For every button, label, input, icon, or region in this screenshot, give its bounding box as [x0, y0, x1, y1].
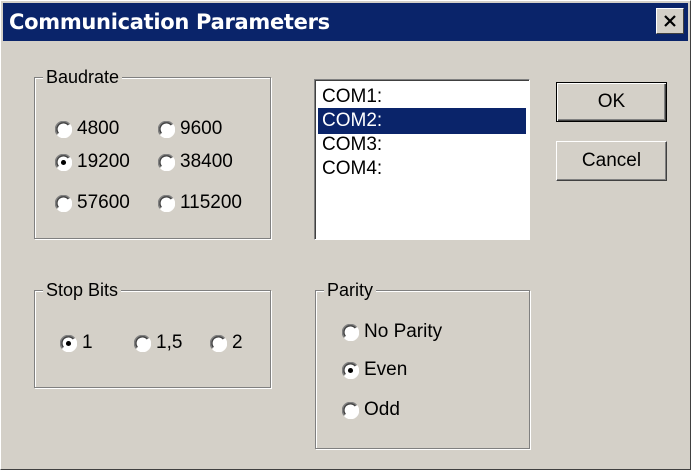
- title-bar: Communication Parameters: [3, 3, 688, 41]
- radio-circle-icon: [55, 120, 72, 138]
- window-title: Communication Parameters: [9, 10, 330, 34]
- baudrate-option-115200[interactable]: 115200: [158, 192, 242, 214]
- parity-option-even[interactable]: Even: [342, 359, 407, 381]
- radio-circle-icon: [342, 401, 359, 419]
- radio-label: 57600: [77, 192, 130, 213]
- radio-label: Odd: [364, 399, 400, 420]
- close-icon: [664, 15, 676, 27]
- list-item[interactable]: COM3:: [318, 132, 526, 158]
- radio-label: 4800: [77, 118, 120, 139]
- radio-label: 38400: [180, 151, 233, 172]
- radio-label: Even: [364, 359, 408, 380]
- stop-bits-option-2[interactable]: 2: [210, 332, 243, 354]
- stop-bits-option-1-5[interactable]: 1,5: [134, 332, 182, 354]
- close-button[interactable]: [656, 8, 684, 34]
- stop-bits-legend: Stop Bits: [43, 279, 122, 301]
- parity-legend: Parity: [324, 279, 377, 301]
- list-item-selected[interactable]: COM2:: [318, 108, 526, 134]
- radio-circle-icon: [55, 194, 72, 212]
- baudrate-option-9600[interactable]: 9600: [158, 118, 222, 140]
- radio-label: 9600: [180, 118, 223, 139]
- com-port-list[interactable]: COM1: COM2: COM3: COM4:: [314, 79, 530, 240]
- radio-circle-icon: [342, 323, 359, 341]
- stop-bits-option-1[interactable]: 1: [60, 332, 93, 354]
- radio-circle-icon: [158, 153, 175, 171]
- radio-label: 19200: [77, 151, 130, 172]
- radio-checked-icon: [60, 334, 77, 352]
- radio-label: 115200: [180, 192, 242, 213]
- radio-checked-icon: [342, 361, 359, 379]
- cancel-button[interactable]: Cancel: [556, 141, 667, 181]
- list-item[interactable]: COM4:: [318, 156, 526, 182]
- baudrate-option-4800[interactable]: 4800: [55, 118, 119, 140]
- radio-checked-icon: [55, 153, 72, 171]
- radio-circle-icon: [210, 334, 227, 352]
- parity-option-no-parity[interactable]: No Parity: [342, 321, 442, 343]
- radio-label: No Parity: [364, 321, 443, 342]
- radio-label: 1,5: [156, 332, 183, 353]
- list-item[interactable]: COM1:: [318, 84, 526, 110]
- radio-circle-icon: [158, 120, 175, 138]
- radio-label: 1: [82, 332, 93, 353]
- baudrate-option-19200[interactable]: 19200: [55, 151, 130, 173]
- radio-circle-icon: [134, 334, 151, 352]
- communication-parameters-dialog: Communication Parameters Baudrate 4800 9…: [0, 0, 691, 470]
- parity-option-odd[interactable]: Odd: [342, 399, 400, 421]
- ok-button[interactable]: OK: [556, 82, 667, 122]
- baudrate-legend: Baudrate: [43, 66, 123, 88]
- baudrate-option-57600[interactable]: 57600: [55, 192, 130, 214]
- radio-label: 2: [232, 332, 243, 353]
- radio-circle-icon: [158, 194, 175, 212]
- baudrate-option-38400[interactable]: 38400: [158, 151, 233, 173]
